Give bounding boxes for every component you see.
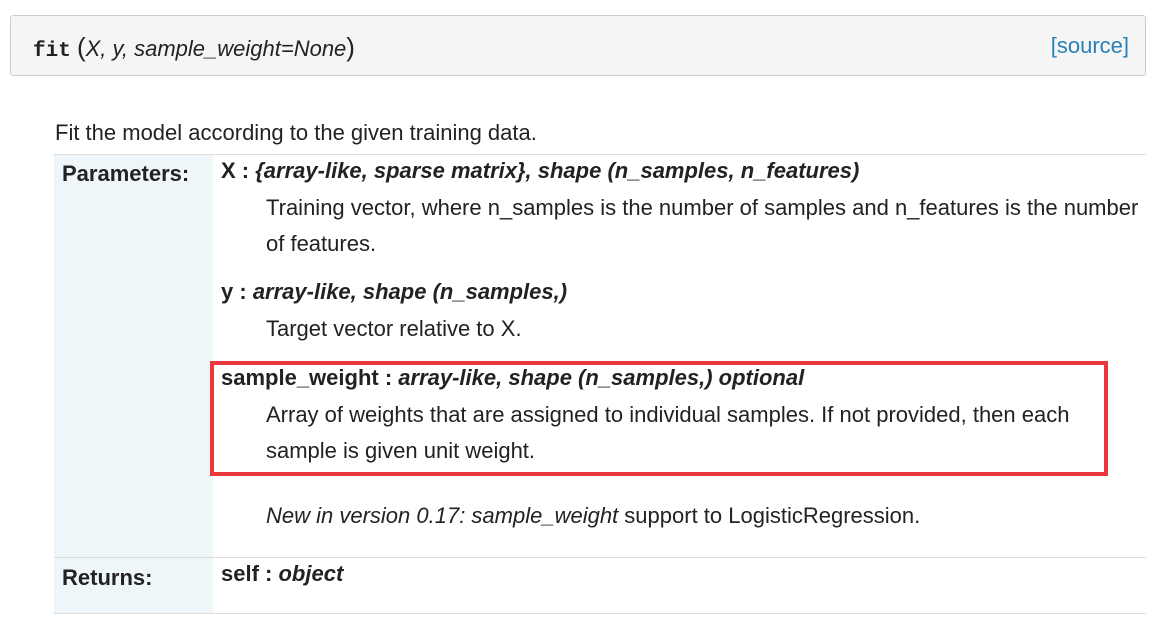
divider <box>54 613 1146 614</box>
returns-separator: : <box>258 561 279 586</box>
field-list: Parameters: X : {array-like, sparse matr… <box>54 154 1146 614</box>
parameters-label: Parameters: <box>62 161 190 186</box>
method-description: Fit the model according to the given tra… <box>55 120 537 145</box>
param-type: array-like, shape (n_samples,) <box>252 279 568 304</box>
param-separator: : <box>235 158 256 183</box>
param-name: X <box>221 158 236 183</box>
signature-line: fit (X, y, sample_weight=None) <box>33 31 355 68</box>
param-y-term: y : array-like, shape (n_samples,) <box>221 278 567 306</box>
param-name: y <box>221 279 234 304</box>
highlight-annotation-box <box>210 361 1108 476</box>
divider <box>54 557 1146 558</box>
open-paren: ( <box>76 32 86 62</box>
divider <box>54 154 1146 155</box>
param-y-description: Target vector relative to X. <box>266 316 522 341</box>
parameters-label-cell <box>54 155 213 557</box>
returns-label: Returns: <box>62 565 153 590</box>
version-added-italic: New in version 0.17: sample_weight <box>266 503 619 528</box>
signature-box: fit (X, y, sample_weight=None) [source] <box>10 15 1146 76</box>
version-added-note: New in version 0.17: sample_weight suppo… <box>266 502 920 530</box>
param-x-description: Training vector, where n_samples is the … <box>266 195 1139 256</box>
version-added-rest: support to LogisticRegression. <box>618 503 921 528</box>
param-type: {array-like, sparse matrix}, shape (n_sa… <box>255 158 860 183</box>
close-paren: ) <box>346 32 355 62</box>
returns-name: self <box>221 561 259 586</box>
returns-term: self : object <box>221 560 343 588</box>
param-separator: : <box>233 279 253 304</box>
signature-params: X, y, sample_weight=None <box>85 36 347 61</box>
returns-type: object <box>278 561 344 586</box>
method-name: fit <box>33 40 71 63</box>
param-x-term: X : {array-like, sparse matrix}, shape (… <box>221 157 859 185</box>
source-link[interactable]: [source] <box>1051 32 1129 60</box>
